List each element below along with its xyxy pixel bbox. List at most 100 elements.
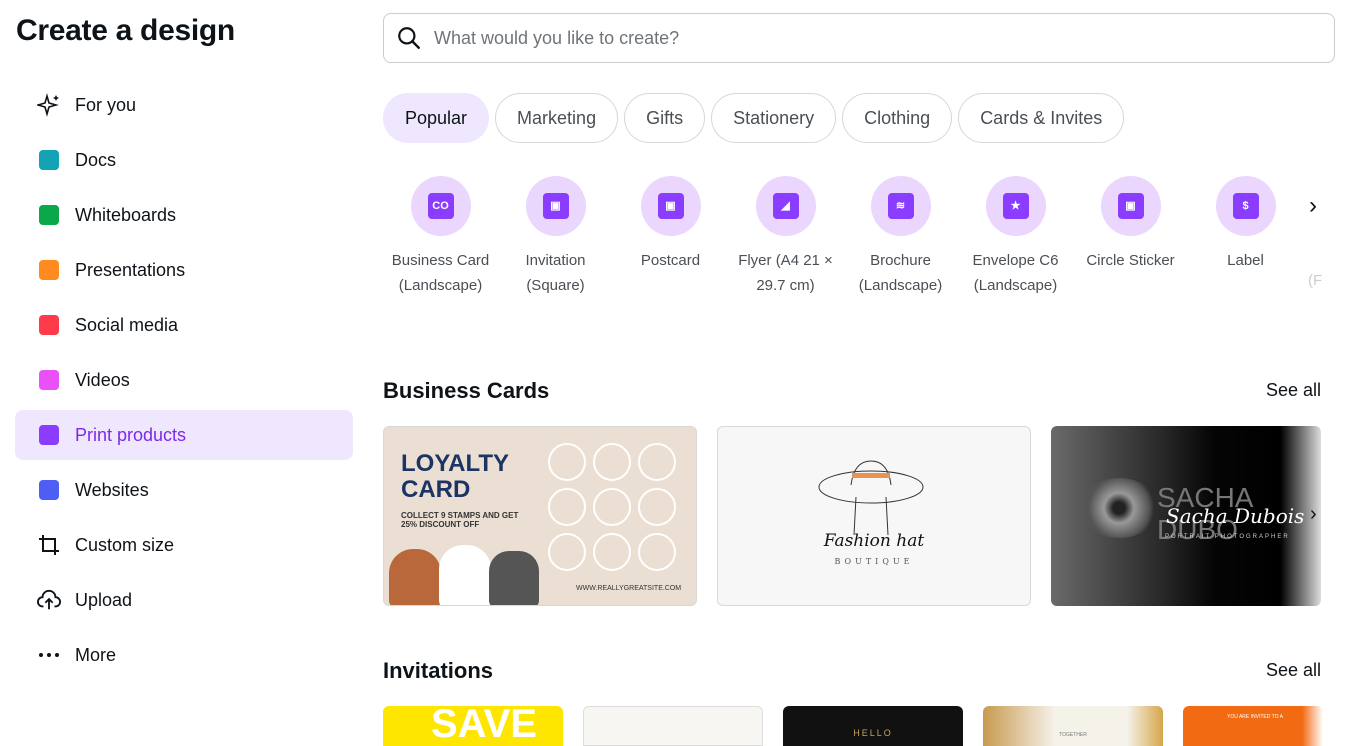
design-type-sublabel: (Landscape) (858, 277, 943, 294)
docs-icon (37, 148, 61, 172)
design-type-icon: ▣ (525, 176, 586, 236)
page-title: Create a design (16, 14, 235, 47)
sidebar-item-whiteboards[interactable]: Whiteboards (15, 190, 353, 240)
card-text: YOU ARE INVITED TO A (1227, 714, 1283, 720)
sidebar-item-label: Print products (75, 424, 187, 445)
tab-clothing[interactable]: Clothing (842, 93, 953, 143)
design-type[interactable]: ▣ Invitation (Square) (498, 176, 613, 298)
stamp-grid (548, 443, 676, 571)
invitation-card[interactable] (583, 706, 763, 746)
sidebar-item-for-you[interactable]: For you (15, 80, 353, 130)
sidebar-item-presentations[interactable]: Presentations (15, 245, 353, 295)
category-tabs: Popular Marketing Gifts Stationery Clothing C… (383, 93, 1125, 143)
invitation-card[interactable]: HELLO (783, 706, 963, 746)
more-icon (37, 643, 61, 667)
design-type-label: Circle Sticker (1086, 252, 1175, 269)
sidebar: For you Docs Whiteboards Presentations Socia… (15, 80, 353, 685)
search-bar[interactable] (383, 13, 1335, 63)
see-all-business-cards[interactable]: See all (1266, 380, 1321, 401)
design-type[interactable]: CO Business Card (Landscape) (383, 176, 498, 298)
tab-marketing[interactable]: Marketing (495, 93, 619, 143)
cloud-upload-icon (37, 588, 61, 612)
design-type-label: Envelope C6 (972, 252, 1059, 269)
design-type-sublabel: (Landscape) (973, 277, 1058, 294)
invitation-card[interactable]: YOU ARE INVITED TO A (1183, 706, 1323, 746)
whiteboard-icon (37, 203, 61, 227)
card-heading: LOYALTY CARD (401, 450, 509, 503)
tab-stationery[interactable]: Stationery (711, 93, 837, 143)
card-sub: BOUTIQUE (834, 557, 914, 566)
heart-icon (37, 313, 61, 337)
glyph: ★ (1002, 193, 1029, 219)
tab-cards-invites[interactable]: Cards & Invites (958, 93, 1125, 143)
template-card-fashion-hat[interactable]: Fashion hat BOUTIQUE (717, 426, 1031, 606)
section-title-invitations: Invitations (383, 658, 494, 683)
sidebar-item-docs[interactable]: Docs (15, 135, 353, 185)
invitation-card[interactable]: SAVE (383, 706, 563, 746)
sidebar-item-label: Websites (75, 479, 149, 500)
glyph: CO (427, 193, 454, 219)
sidebar-item-print-products[interactable]: Print products (15, 410, 353, 460)
design-type-icon: $ (1215, 176, 1276, 236)
design-type-icon: ≋ (870, 176, 931, 236)
design-types: CO Business Card (Landscape) ▣ Invitation (Sq… (383, 176, 1303, 298)
sidebar-item-social-media[interactable]: Social media (15, 300, 353, 350)
card-text: HELLO (853, 728, 893, 738)
next-business-cards-button[interactable]: › (1310, 503, 1317, 526)
card-sub: COLLECT 9 STAMPS AND GET 25% DISCOUNT OF… (401, 511, 519, 529)
design-type[interactable]: ≋ Brochure (Landscape) (843, 176, 958, 298)
sidebar-item-more[interactable]: More (15, 630, 353, 680)
next-types-button[interactable]: › (1309, 192, 1317, 220)
design-type[interactable]: $ Label (1188, 176, 1303, 298)
design-type-label: Brochure (870, 252, 931, 269)
dogs-illustration (389, 545, 539, 605)
sidebar-item-websites[interactable]: Websites (15, 465, 353, 515)
glyph: ≋ (887, 193, 914, 219)
template-card-loyalty[interactable]: LOYALTY CARD COLLECT 9 STAMPS AND GET 25… (383, 426, 697, 606)
design-type[interactable]: ◢ Flyer (A4 21 × 29.7 cm) (728, 176, 843, 298)
sidebar-item-label: Social media (75, 314, 179, 335)
invitation-card[interactable]: TOGETHER (983, 706, 1163, 746)
eye-photo (1079, 478, 1159, 538)
design-type[interactable]: ▣ Circle Sticker (1073, 176, 1188, 298)
design-type-icon: CO (410, 176, 471, 236)
design-type-icon: ★ (985, 176, 1046, 236)
design-type-label: Flyer (A4 21 × (738, 252, 833, 269)
video-icon (37, 368, 61, 392)
design-type-icon: ▣ (1100, 176, 1161, 236)
sidebar-item-custom-size[interactable]: Custom size (15, 520, 353, 570)
sparkle-icon (37, 93, 61, 117)
glyph: ◢ (772, 193, 799, 219)
sidebar-item-label: Upload (75, 589, 133, 610)
sidebar-item-label: Custom size (75, 534, 175, 555)
design-type-label: Label (1227, 252, 1264, 269)
tab-gifts[interactable]: Gifts (624, 93, 706, 143)
partial-type-label: (F (1308, 272, 1323, 289)
design-type-sublabel: 29.7 cm) (756, 277, 815, 294)
printer-icon (37, 423, 61, 447)
see-all-invitations[interactable]: See all (1266, 660, 1321, 681)
design-type[interactable]: ▣ Postcard (613, 176, 728, 298)
sidebar-item-label: More (75, 644, 117, 665)
card-tag: PORTRAIT PHOTOGRAPHER (1165, 534, 1290, 540)
template-card-photographer[interactable]: SACHA DUBO Sacha Dubois PORTRAIT PHOTOGR… (1051, 426, 1321, 606)
sidebar-item-label: Whiteboards (75, 204, 177, 225)
presentation-icon (37, 258, 61, 282)
sidebar-item-label: Docs (75, 149, 117, 170)
design-type[interactable]: ★ Envelope C6 (Landscape) (958, 176, 1073, 298)
sidebar-item-videos[interactable]: Videos (15, 355, 353, 405)
glyph: $ (1232, 193, 1259, 219)
design-type-icon: ▣ (640, 176, 701, 236)
card-text: TOGETHER (1059, 732, 1087, 738)
crop-icon (37, 533, 61, 557)
sidebar-item-label: Videos (75, 369, 130, 390)
website-icon (37, 478, 61, 502)
sidebar-item-upload[interactable]: Upload (15, 575, 353, 625)
design-type-label: Business Card (391, 252, 490, 269)
card-url: WWW.REALLYGREATSITE.COM (576, 585, 682, 592)
card-text: SAVE (431, 706, 537, 746)
design-type-sublabel: (Landscape) (398, 277, 483, 294)
search-input[interactable] (434, 27, 1314, 49)
sidebar-item-label: Presentations (75, 259, 186, 280)
tab-popular[interactable]: Popular (383, 93, 490, 143)
